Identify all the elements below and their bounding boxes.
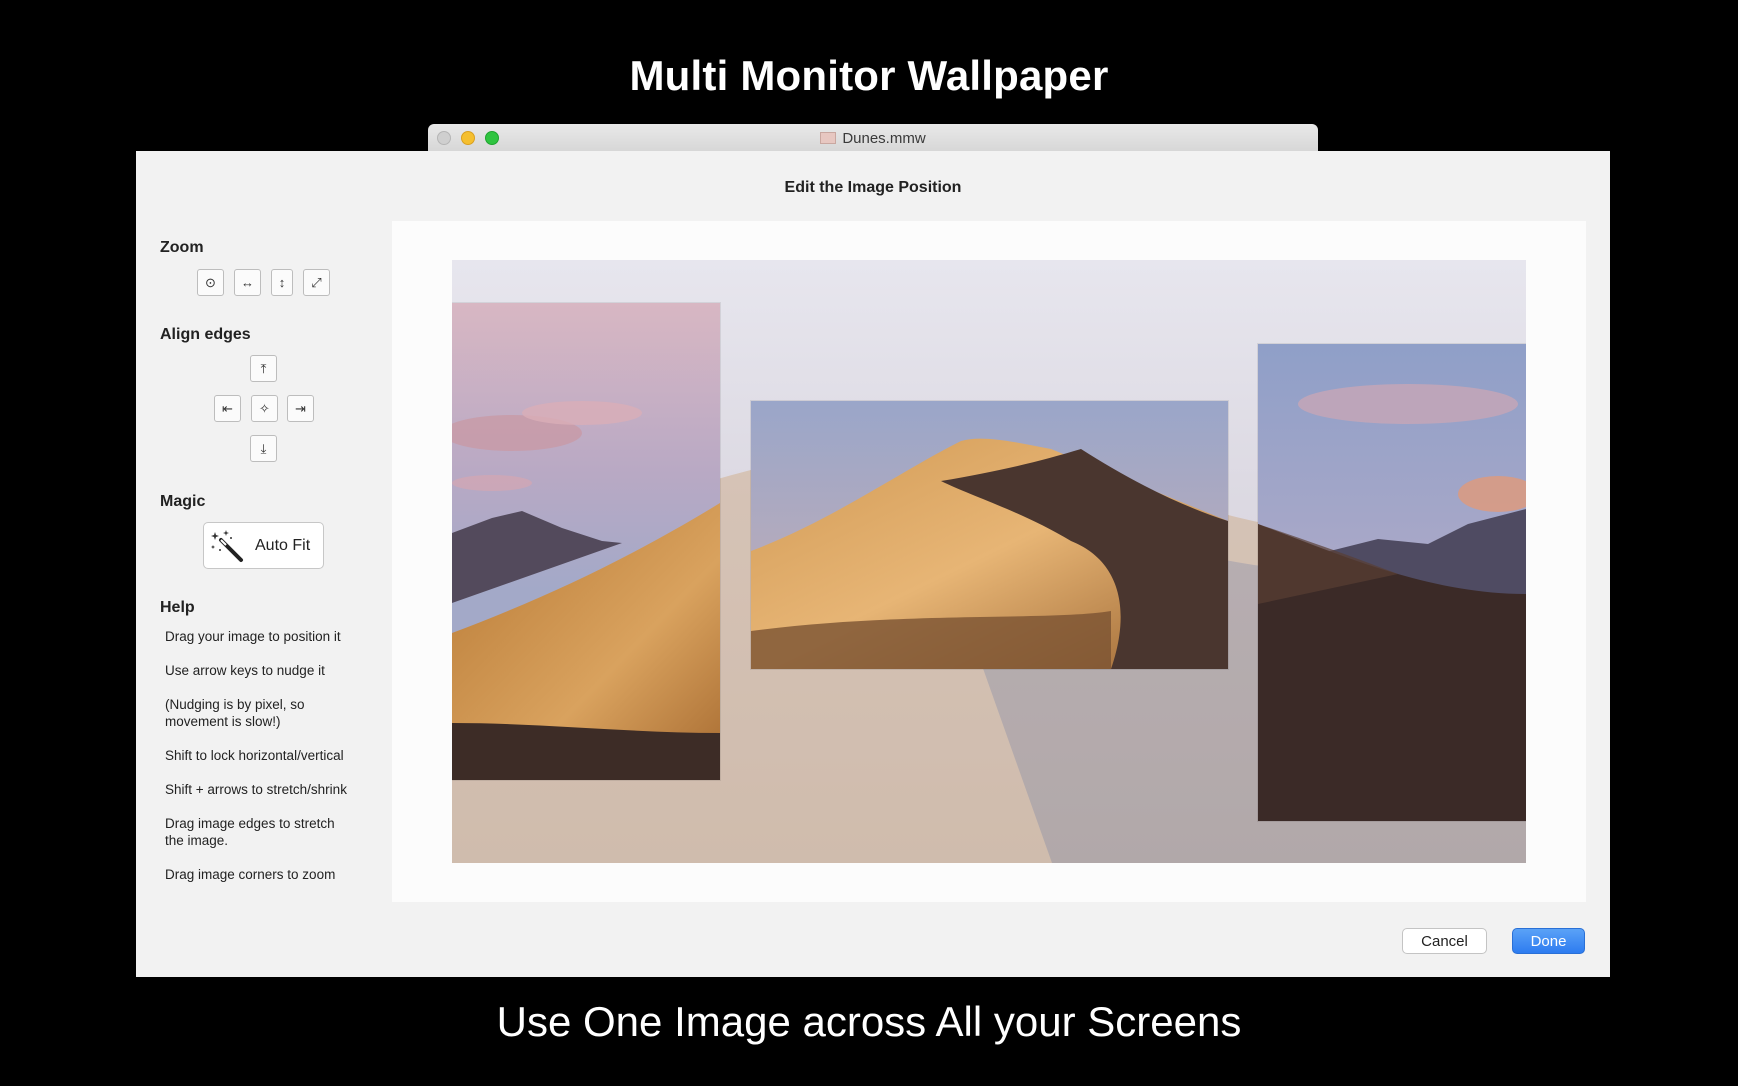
help-item: Drag your image to position it xyxy=(165,629,341,644)
align-bottom-button[interactable]: ⤓ xyxy=(250,435,277,462)
help-item: Shift + arrows to stretch/shrink xyxy=(165,782,347,797)
right-screen-image xyxy=(1258,344,1526,821)
zoom-fit-height-icon: ↕ xyxy=(278,275,286,290)
left-screen-preview[interactable] xyxy=(452,303,720,780)
document-name: Dunes.mmw xyxy=(842,130,926,147)
align-edges-section-label: Align edges xyxy=(160,326,251,343)
align-bottom-icon: ⤓ xyxy=(260,440,267,456)
wallpaper-image[interactable] xyxy=(452,260,1526,863)
zoom-fit-height-button[interactable]: ↕ xyxy=(271,269,293,296)
auto-fit-label: Auto Fit xyxy=(255,536,311,554)
help-section-label: Help xyxy=(160,599,195,616)
magic-wand-icon xyxy=(211,529,243,562)
align-center-button[interactable]: ✧ xyxy=(251,395,278,422)
align-center-icon: ✧ xyxy=(259,400,270,416)
edit-image-position-sheet: Edit the Image Position Zoom ⊙ ↔ ↕ ⤢ Ali… xyxy=(136,151,1610,977)
center-screen-image xyxy=(751,401,1228,669)
zoom-fit-width-icon: ↔ xyxy=(241,275,254,290)
sheet-title: Edit the Image Position xyxy=(784,179,962,196)
promo-tagline: Use One Image across All your Screens xyxy=(496,998,1242,1045)
center-screen-preview[interactable] xyxy=(751,401,1228,669)
align-top-icon: ⤒ xyxy=(260,360,267,376)
done-button[interactable]: Done xyxy=(1512,928,1585,954)
cancel-button[interactable]: Cancel xyxy=(1402,928,1487,954)
promo-headline: Multi Monitor Wallpaper xyxy=(629,52,1109,99)
help-item: Shift to lock horizontal/vertical xyxy=(165,748,344,763)
zoom-section-label: Zoom xyxy=(160,239,204,256)
zoom-fit-width-button[interactable]: ↔ xyxy=(234,269,261,296)
right-screen-preview[interactable] xyxy=(1258,344,1526,821)
zoom-actual-size-button[interactable]: ⊙ xyxy=(197,269,224,296)
help-item: Drag image edges to stretch the image. xyxy=(165,816,335,848)
document-window-titlebar[interactable]: Dunes.mmw xyxy=(428,124,1318,153)
align-left-button[interactable]: ⇤ xyxy=(214,395,241,422)
zoom-fill-button[interactable]: ⤢ xyxy=(303,269,330,296)
align-top-button[interactable]: ⤒ xyxy=(250,355,277,382)
zoom-actual-size-icon: ⊙ xyxy=(205,274,216,290)
help-item: Use arrow keys to nudge it xyxy=(165,663,325,678)
window-title: Dunes.mmw xyxy=(428,130,1318,147)
left-screen-image xyxy=(452,303,720,780)
document-icon xyxy=(820,132,837,144)
align-left-icon: ⇤ xyxy=(222,400,233,416)
help-item: Drag image corners to zoom xyxy=(165,867,336,882)
help-item: (Nudging is by pixel, so movement is slo… xyxy=(165,697,305,729)
zoom-fill-icon: ⤢ xyxy=(311,274,322,290)
align-right-icon: ⇥ xyxy=(295,400,306,416)
align-right-button[interactable]: ⇥ xyxy=(287,395,314,422)
magic-section-label: Magic xyxy=(160,493,206,510)
auto-fit-button[interactable]: Auto Fit xyxy=(203,522,324,569)
